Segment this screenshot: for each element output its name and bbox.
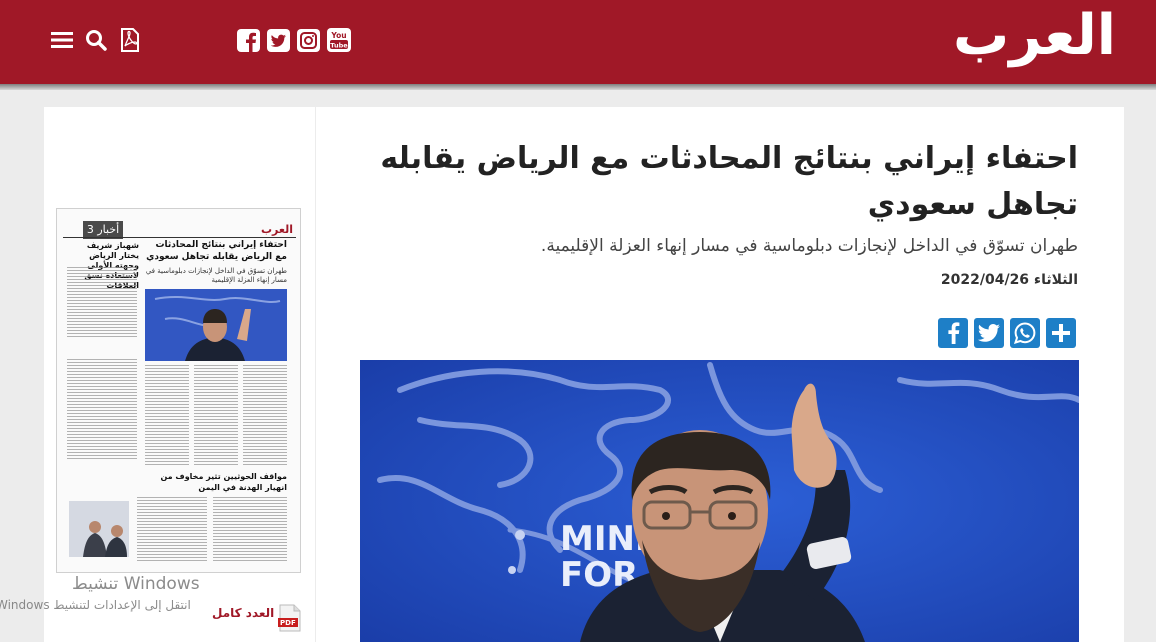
youtube-icon[interactable]: You Tube [327, 28, 351, 52]
paper-bottom-headline: مواقف الحوثيين تثير مخاوف من انهيار الهد… [160, 472, 287, 492]
article-date: الثلاثاء 2022/04/26 [940, 272, 1078, 288]
paper-lead-subtitle: طهران تسوّق في الداخل لإنجازات دبلوماسية… [145, 267, 287, 284]
svg-text:Tube: Tube [330, 41, 348, 49]
pdf-label: PDF [280, 619, 296, 627]
paper-text-column [67, 359, 137, 459]
twitter-icon[interactable] [974, 318, 1004, 348]
share-icon[interactable] [1046, 318, 1076, 348]
svg-text:You: You [330, 31, 346, 40]
pdf-icon[interactable] [118, 28, 142, 52]
paper-text-column [213, 497, 287, 563]
facebook-icon[interactable] [236, 28, 260, 52]
paper-text-column [67, 267, 137, 337]
article-subtitle: طهران تسوّق في الداخل لإنجازات دبلوماسية… [540, 236, 1078, 256]
paper-photo [145, 289, 287, 361]
whatsapp-icon[interactable] [1010, 318, 1040, 348]
paper-logo: العرب [261, 223, 294, 236]
paper-text-column [137, 497, 207, 563]
header-shadow [0, 84, 1156, 90]
article-title: احتفاء إيراني بنتائج المحادثات مع الرياض… [380, 141, 1078, 222]
pdf-download-icon[interactable]: PDF [278, 604, 302, 632]
paper-lead-headline: احتفاء إيراني بنتائج المحادثات مع الرياض… [146, 240, 287, 262]
paper-small-photo [69, 501, 129, 557]
instagram-icon[interactable] [296, 28, 320, 52]
menu-icon[interactable] [50, 28, 74, 52]
site-logo[interactable]: العرب [953, 4, 1118, 68]
paper-rule [63, 237, 296, 238]
windows-activation-subtitle: انتقل إلى الإعدادات لتنشيط Windows [0, 598, 191, 612]
search-icon[interactable] [84, 28, 108, 52]
article-photo[interactable]: MINIS FOR R [360, 360, 1079, 642]
paper-text-column [194, 365, 238, 465]
facebook-icon[interactable] [938, 318, 968, 348]
full-issue-link[interactable]: العدد كامل [212, 606, 274, 620]
column-divider [315, 107, 316, 642]
paper-text-column [145, 365, 189, 465]
twitter-icon[interactable] [266, 28, 290, 52]
share-bar [938, 318, 1076, 348]
paper-text-column [243, 365, 287, 465]
newspaper-thumbnail[interactable]: العرب أخبار 3 احتفاء إيراني بنتائج المحا… [56, 208, 301, 573]
windows-activation-title: تنشيط Windows [72, 574, 200, 594]
